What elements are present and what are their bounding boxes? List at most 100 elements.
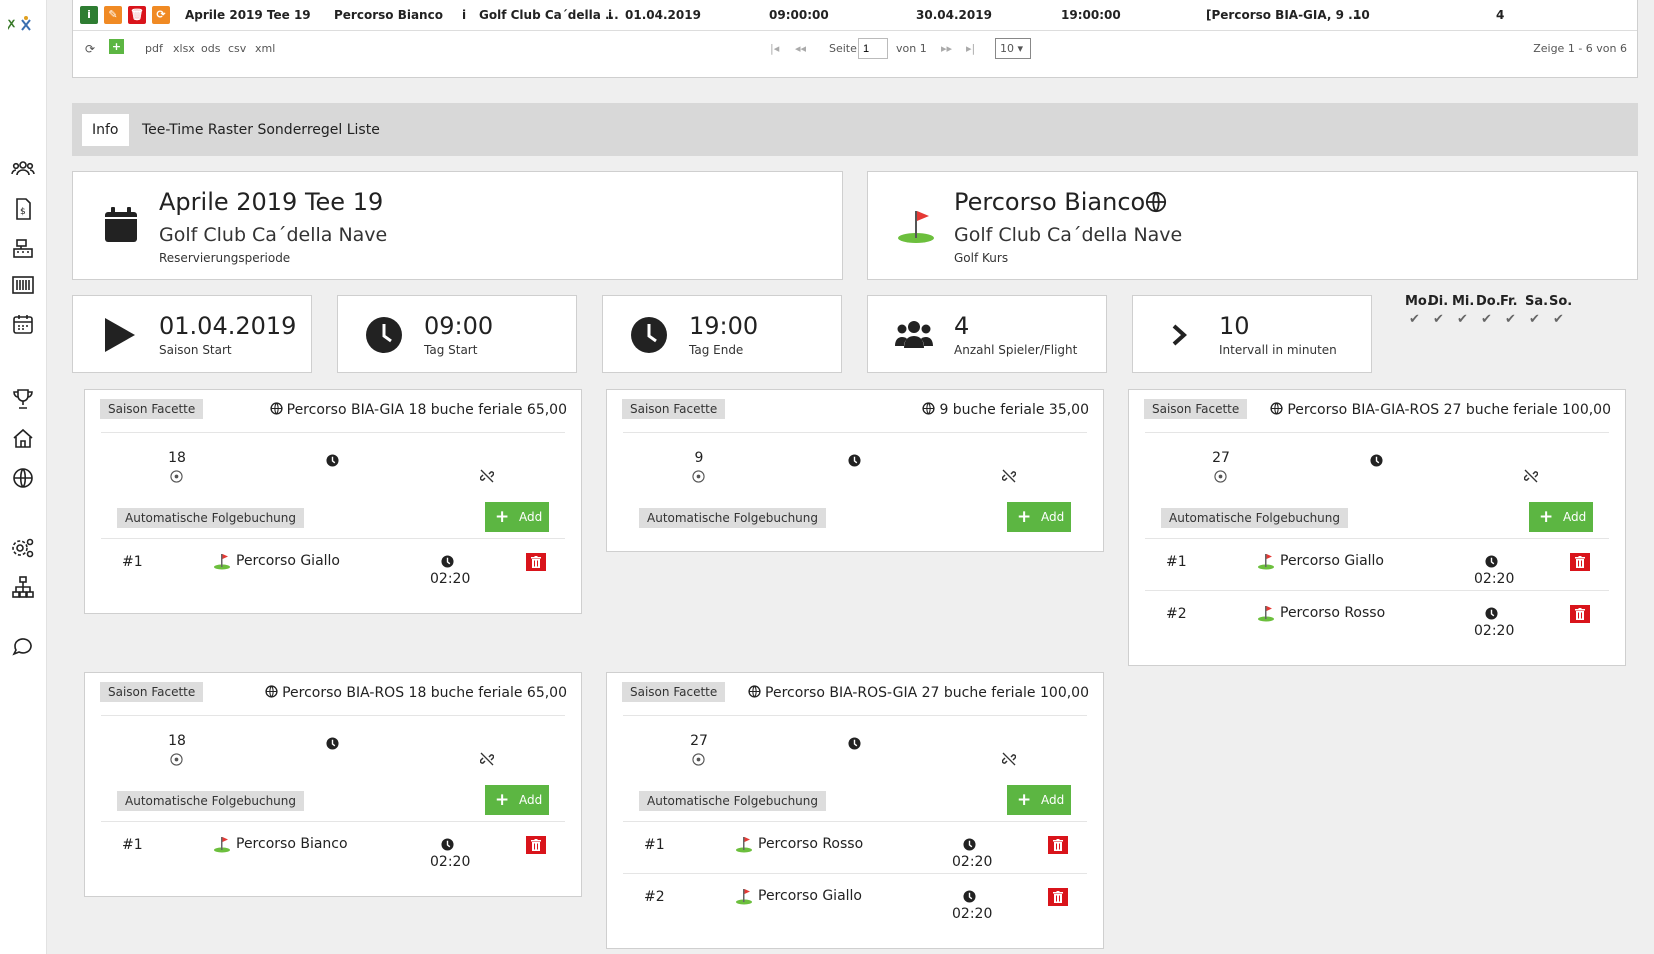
clock-icon xyxy=(963,836,976,851)
clock-icon xyxy=(1485,553,1498,568)
refresh-icon[interactable]: ⟳ xyxy=(85,42,95,56)
facette-badge: Saison Facette xyxy=(622,682,726,702)
auto-followup-label: Automatische Folgebuchung xyxy=(639,508,826,528)
check-icon: ✔ xyxy=(1409,312,1420,327)
stat-day-start: 09:00 Tag Start xyxy=(337,295,577,373)
trash-icon xyxy=(1575,608,1585,620)
cell-end-date: 30.04.2019 xyxy=(916,8,992,22)
edit-button[interactable]: ✎ xyxy=(104,6,122,24)
stat-label: Tag Ende xyxy=(689,343,744,357)
page-label: Seite xyxy=(829,42,857,55)
add-followup-button[interactable]: + Add xyxy=(1529,502,1593,532)
golf-flag-icon xyxy=(1257,604,1275,622)
unlink-icon[interactable] xyxy=(480,752,494,766)
delete-row-button[interactable] xyxy=(1048,888,1068,906)
stat-interval: 10 Intervall in minuten xyxy=(1132,295,1372,373)
last-page-icon[interactable]: ▸| xyxy=(966,42,975,55)
delete-row-button[interactable] xyxy=(1048,836,1068,854)
add-followup-button[interactable]: + Add xyxy=(1007,785,1071,815)
trash-icon xyxy=(531,556,541,568)
row-time: 02:20 xyxy=(952,854,993,870)
export-xml[interactable]: xml xyxy=(255,42,275,55)
golf-flag-icon xyxy=(898,211,934,243)
golf-flag-icon xyxy=(213,835,231,853)
cash-register-icon[interactable] xyxy=(10,236,36,262)
copy-button[interactable]: ⟳ xyxy=(152,6,170,24)
stat-day-end: 19:00 Tag Ende xyxy=(602,295,842,373)
tab-tee-time-rules[interactable]: Tee-Time Raster Sonderregel Liste xyxy=(132,114,390,146)
export-csv[interactable]: csv xyxy=(228,42,246,55)
page-input[interactable] xyxy=(858,38,888,59)
facette-badge: Saison Facette xyxy=(100,399,204,419)
add-followup-button[interactable]: + Add xyxy=(1007,502,1071,532)
row-time: 02:20 xyxy=(430,854,471,870)
course-card: Percorso Bianco Golf Club Ca´della Nave … xyxy=(867,171,1638,280)
delete-row-button[interactable] xyxy=(526,553,546,571)
table-row[interactable]: i ✎ 🗑 ⟳ Aprile 2019 Tee 19 Percorso Bian… xyxy=(73,0,1637,31)
facette-badge: Saison Facette xyxy=(622,399,726,419)
add-followup-button[interactable]: + Add xyxy=(485,785,549,815)
unlink-icon[interactable] xyxy=(1524,469,1538,483)
delete-row-button[interactable] xyxy=(526,836,546,854)
app-logo[interactable]: ꭗ xyxy=(5,12,34,36)
stat-players: 4 Anzahl Spieler/Flight xyxy=(867,295,1107,373)
barcode-icon[interactable] xyxy=(10,272,36,298)
page-count: von 1 xyxy=(896,42,927,55)
target-icon xyxy=(170,470,183,483)
stat-season-start: 01.04.2019 Saison Start xyxy=(72,295,312,373)
golf-flag-icon xyxy=(735,887,753,905)
weekday-label: Sa. xyxy=(1525,294,1549,309)
followup-row: #1 Percorso Bianco 02:20 xyxy=(85,823,581,873)
add-followup-button[interactable]: + Add xyxy=(485,502,549,532)
info-icon[interactable]: i xyxy=(462,8,466,22)
row-number: #2 xyxy=(1166,606,1187,622)
chat-icon[interactable] xyxy=(10,633,36,659)
row-number: #2 xyxy=(644,889,665,905)
add-row-icon[interactable]: + xyxy=(109,39,124,54)
clock-icon xyxy=(441,553,454,568)
target-icon xyxy=(692,470,705,483)
clock-icon xyxy=(326,452,339,467)
facette-title: Percorso BIA-GIA 18 buche feriale 65,00 xyxy=(270,402,567,418)
users-icon[interactable] xyxy=(10,156,36,182)
check-icon: ✔ xyxy=(1481,312,1492,327)
info-icon[interactable]: i xyxy=(608,8,612,22)
next-page-icon[interactable]: ▸▸ xyxy=(941,42,952,55)
delete-button[interactable]: 🗑 xyxy=(128,6,146,24)
invoice-icon[interactable]: $ xyxy=(10,196,36,222)
unlink-icon[interactable] xyxy=(1002,469,1016,483)
delete-row-button[interactable] xyxy=(1570,605,1590,623)
globe-icon[interactable] xyxy=(10,465,36,491)
holes-count: 9 xyxy=(694,450,704,466)
stat-value: 10 xyxy=(1219,312,1250,340)
settings-icon[interactable] xyxy=(10,535,36,561)
check-icon: ✔ xyxy=(1529,312,1540,327)
facette-title: Percorso BIA-GIA-ROS 27 buche feriale 10… xyxy=(1270,402,1611,418)
home-icon[interactable] xyxy=(10,426,36,452)
play-icon xyxy=(105,318,135,352)
stat-value: 19:00 xyxy=(689,312,759,340)
info-button[interactable]: i xyxy=(80,6,98,24)
prev-page-icon[interactable]: ◂◂ xyxy=(795,42,806,55)
course-type: Golf Kurs xyxy=(954,251,1009,265)
holes-count: 27 xyxy=(690,733,708,749)
trophy-icon[interactable] xyxy=(10,386,36,412)
first-page-icon[interactable]: |◂ xyxy=(770,42,779,55)
row-time: 02:20 xyxy=(430,571,471,587)
export-ods[interactable]: ods xyxy=(201,42,220,55)
stat-label: Anzahl Spieler/Flight xyxy=(954,343,1078,357)
sitemap-icon[interactable] xyxy=(10,574,36,600)
stat-value: 4 xyxy=(954,312,970,340)
page-size-select[interactable]: 10 ▾ xyxy=(995,38,1031,59)
export-pdf[interactable]: pdf xyxy=(145,42,163,55)
delete-row-button[interactable] xyxy=(1570,553,1590,571)
unlink-icon[interactable] xyxy=(480,469,494,483)
unlink-icon[interactable] xyxy=(1002,752,1016,766)
weekday-label: So. xyxy=(1549,294,1573,309)
period-card: Aprile 2019 Tee 19 Golf Club Ca´della Na… xyxy=(72,171,843,280)
calendar-icon[interactable] xyxy=(10,311,36,337)
tab-info[interactable]: Info xyxy=(82,114,129,146)
check-icon: ✔ xyxy=(1505,312,1516,327)
course-title: Percorso Bianco xyxy=(954,188,1167,216)
export-xlsx[interactable]: xlsx xyxy=(173,42,195,55)
